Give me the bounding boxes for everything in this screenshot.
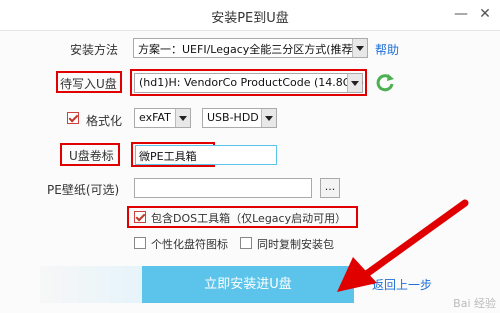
dos-tools-checkbox[interactable] (134, 211, 146, 223)
copy-installer-label: 同时复制安装包 (257, 238, 334, 251)
wallpaper-input[interactable] (134, 178, 312, 198)
filesystem-select[interactable]: exFAT (134, 108, 191, 128)
target-disk-value: (hd1)H: VendorCo ProductCode (14.8GB) (139, 76, 364, 89)
chevron-down-icon[interactable] (352, 39, 367, 57)
footer-decoration (40, 266, 142, 303)
window-title: 安装PE到U盘 (211, 11, 289, 26)
refresh-icon[interactable] (374, 71, 396, 93)
watermark: Bai 经验 (453, 297, 496, 310)
install-method-select[interactable]: 方案一：UEFI/Legacy全能三分区方式(推荐) (133, 38, 368, 58)
boot-mode-value: USB-HDD (207, 111, 259, 124)
target-disk-label: 待写入U盘 (60, 77, 117, 91)
install-button[interactable]: 立即安装进U盘 (142, 266, 354, 303)
copy-installer-checkbox[interactable] (240, 237, 252, 249)
target-disk-select[interactable]: (hd1)H: VendorCo ProductCode (14.8GB) (134, 73, 363, 93)
format-label: 格式化 (86, 114, 123, 128)
volume-label-label: U盘卷标 (69, 149, 114, 163)
minimize-button[interactable]: — (452, 5, 470, 23)
close-button[interactable]: ✕ (476, 5, 494, 23)
red-arrow-annotation (337, 199, 469, 292)
wallpaper-label: PE壁纸(可选) (47, 183, 120, 197)
chevron-down-icon[interactable] (347, 74, 362, 92)
volume-label-value: 微PE工具箱 (139, 150, 197, 163)
install-method-value: 方案一：UEFI/Legacy全能三分区方式(推荐) (138, 43, 357, 56)
dos-tools-label: 包含DOS工具箱（仅Legacy启动可用） (151, 212, 347, 225)
install-method-label: 安装方法 (70, 43, 119, 57)
help-link[interactable]: 帮助 (375, 41, 399, 58)
chevron-down-icon[interactable] (175, 109, 190, 127)
custom-icon-checkbox[interactable] (134, 237, 146, 249)
installer-window: 安装PE到U盘 — ✕ 安装方法 方案一：UEFI/Legacy全能三分区方式(… (0, 0, 500, 313)
volume-label-input[interactable]: 微PE工具箱 (135, 145, 277, 165)
format-checkbox[interactable] (67, 112, 79, 124)
title-bar: 安装PE到U盘 — ✕ (0, 0, 500, 31)
chevron-down-icon[interactable] (261, 109, 276, 127)
custom-icon-label: 个性化盘符图标 (151, 238, 228, 251)
boot-mode-select[interactable]: USB-HDD (202, 108, 277, 128)
filesystem-value: exFAT (139, 111, 171, 124)
